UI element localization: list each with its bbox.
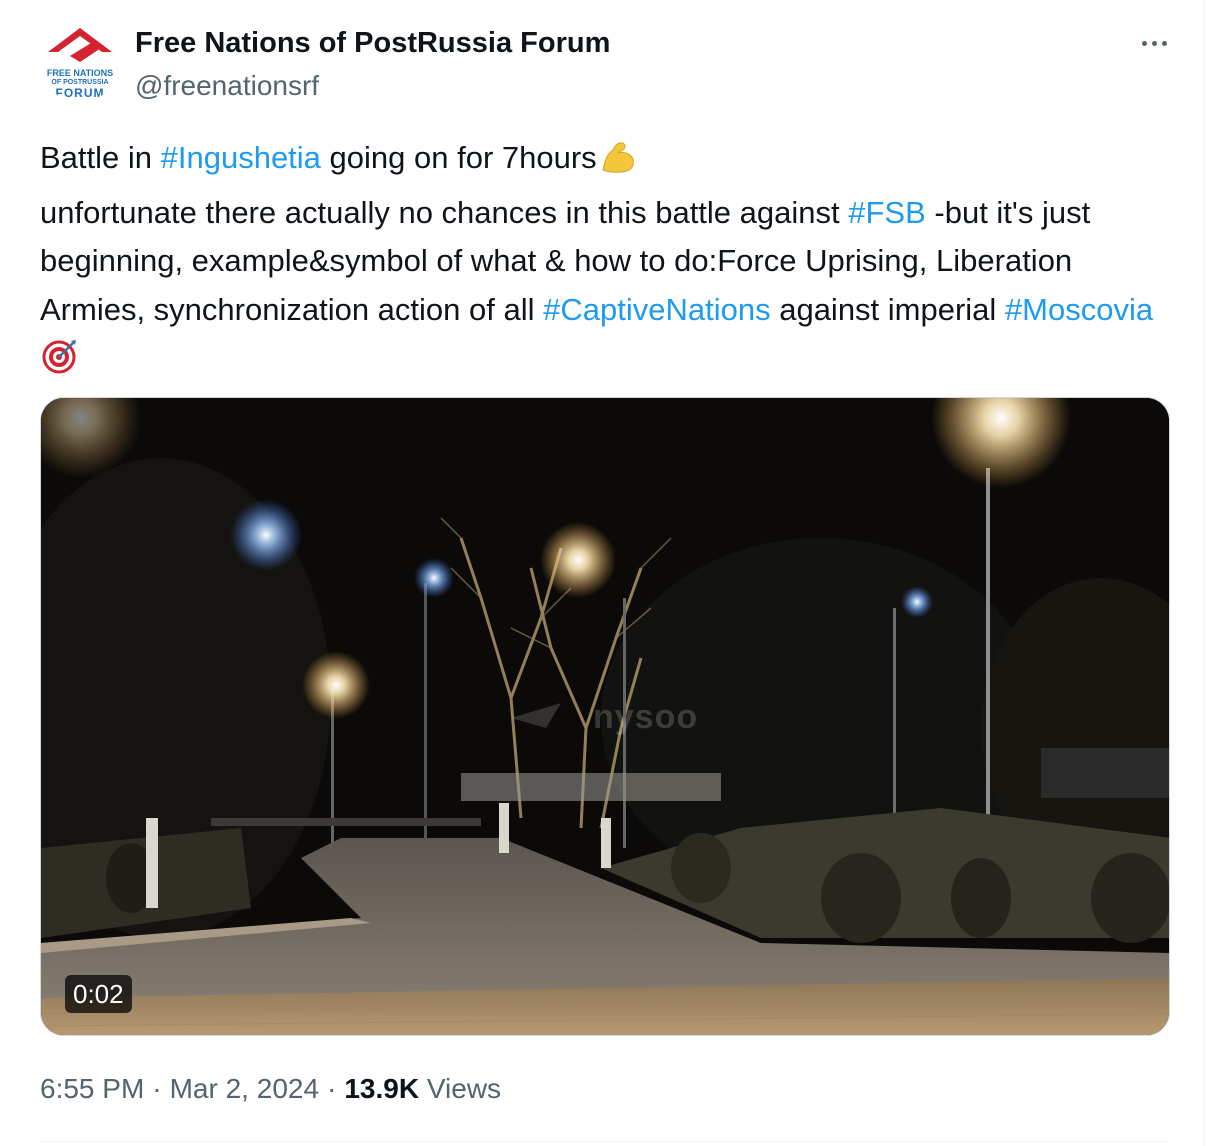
direct-hit-target-icon	[42, 338, 78, 389]
tweet-card: FREE NATIONS OF POSTRUSSIA FORUM Free Na…	[0, 0, 1204, 1146]
divider	[40, 1141, 1170, 1142]
more-dot-icon	[1161, 40, 1167, 46]
more-dot-icon	[1151, 40, 1157, 46]
post-time[interactable]: 6:55 PM	[40, 1073, 144, 1104]
hashtag-ingushetia[interactable]: #Ingushetia	[161, 140, 321, 175]
more-options-button[interactable]	[1134, 28, 1174, 58]
views-label: Views	[426, 1073, 502, 1104]
author-avatar[interactable]: FREE NATIONS OF POSTRUSSIA FORUM	[40, 22, 120, 102]
meta-separator: ·	[152, 1073, 162, 1104]
avatar-logo-line2: OF POSTRUSSIA	[51, 79, 109, 86]
meta-separator: ·	[327, 1073, 337, 1104]
author-name[interactable]: Free Nations of PostRussia Forum	[135, 27, 610, 60]
author-handle[interactable]: @freenationsrf	[135, 70, 319, 102]
tweet-text-segment: against imperial	[770, 291, 1005, 327]
tweet-text: Battle in #Ingushetia going on for 7hour…	[40, 134, 1180, 389]
post-date[interactable]: Mar 2, 2024	[170, 1073, 319, 1104]
forum-logo-icon	[48, 28, 112, 62]
tweet-text-segment: Battle in	[40, 140, 161, 175]
hashtag-fsb[interactable]: #FSB	[848, 195, 926, 230]
tweet-metadata: 6:55 PM · Mar 2, 2024 · 13.9K Views	[40, 1073, 501, 1105]
avatar-logo-line1: FREE NATIONS	[46, 68, 114, 78]
tweet-text-segment: unfortunate there actually no chances in…	[40, 194, 849, 230]
flexed-biceps-icon	[599, 140, 637, 189]
more-dot-icon	[1141, 40, 1147, 46]
video-watermark: nysoo	[593, 698, 699, 736]
video-duration-badge: 0:02	[65, 975, 132, 1013]
tweet-text-segment: going on for 7hours	[320, 140, 597, 175]
hashtag-captivenations[interactable]: #CaptiveNations	[543, 292, 770, 327]
video-player[interactable]: nysoo 0:02	[40, 397, 1170, 1036]
views-count[interactable]: 13.9K	[344, 1073, 419, 1104]
hashtag-moscovia[interactable]: #Moscovia	[1005, 292, 1153, 327]
avatar-logo-line3: FORUM	[55, 86, 105, 100]
